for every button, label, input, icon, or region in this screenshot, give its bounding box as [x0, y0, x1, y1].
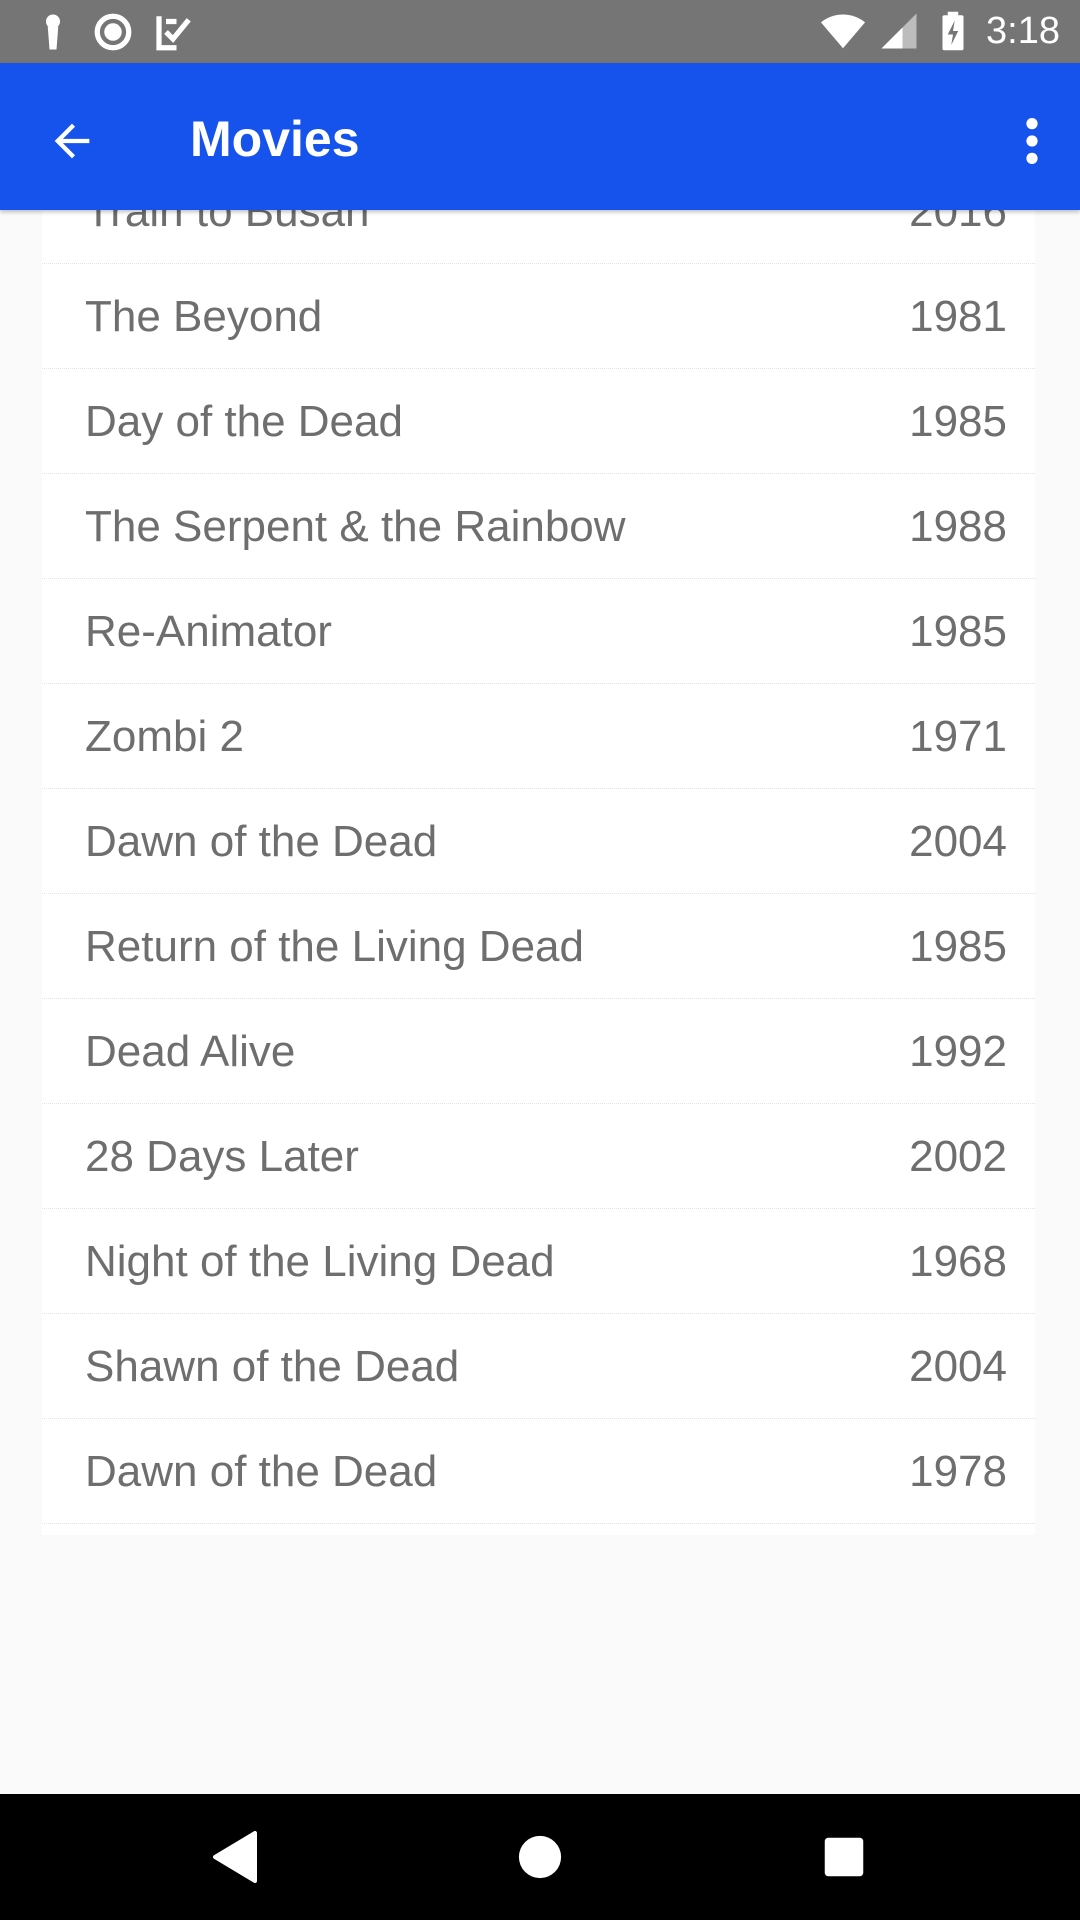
movie-year: 1971: [909, 712, 1007, 761]
app-bar: Movies: [0, 63, 1080, 210]
nav-home-button[interactable]: [497, 1814, 583, 1900]
movie-list[interactable]: Train to Busan 2016 The Beyond 1981 Day …: [42, 210, 1035, 1535]
list-item[interactable]: Shawn of the Dead 2004: [42, 1314, 1035, 1419]
movie-title: Dawn of the Dead: [85, 817, 438, 866]
arrow-back-icon: [54, 123, 90, 159]
nav-recents-button[interactable]: [801, 1814, 887, 1900]
overflow-menu-button[interactable]: [1002, 103, 1062, 179]
keyhole-icon: [46, 14, 60, 50]
movie-year: 2004: [909, 1342, 1007, 1391]
clock: 3:18: [986, 10, 1060, 52]
record-icon: [94, 13, 132, 51]
navigation-bar: [0, 1794, 1080, 1920]
movie-year: 1978: [909, 1447, 1007, 1496]
list-item[interactable]: Dawn of the Dead 1978: [42, 1419, 1035, 1524]
list-item[interactable]: 28 Days Later 2002: [42, 1104, 1035, 1209]
back-triangle-icon: [213, 1831, 257, 1883]
movie-title: Dead Alive: [85, 1027, 296, 1076]
movie-title: Night of the Living Dead: [85, 1237, 555, 1286]
more-vert-icon: [1026, 118, 1038, 164]
nav-back-button[interactable]: [192, 1814, 278, 1900]
movie-title: The Beyond: [85, 292, 323, 341]
movie-title: Train to Busan: [85, 210, 370, 236]
movie-year: 1981: [909, 292, 1007, 341]
movie-title: Re-Animator: [85, 607, 332, 656]
movie-year: 1985: [909, 922, 1007, 971]
movie-year: 1988: [909, 502, 1007, 551]
movie-title: Dawn of the Dead: [85, 1447, 438, 1496]
movie-year: 1985: [909, 607, 1007, 656]
list-item[interactable]: Train to Busan 2016: [42, 210, 1035, 264]
back-button[interactable]: [36, 105, 108, 177]
movie-title: Zombi 2: [85, 712, 244, 761]
movie-title: Shawn of the Dead: [85, 1342, 460, 1391]
movie-title: Return of the Living Dead: [85, 922, 584, 971]
movie-year: 1985: [909, 397, 1007, 446]
list-item[interactable]: Dead Alive 1992: [42, 999, 1035, 1104]
list-item[interactable]: Return of the Living Dead 1985: [42, 894, 1035, 999]
checklist-icon: [156, 16, 191, 51]
signal-icon: [881, 13, 917, 49]
home-circle-icon: [518, 1835, 562, 1879]
movie-title: 28 Days Later: [85, 1132, 359, 1181]
movie-year: 1968: [909, 1237, 1007, 1286]
recents-square-icon: [824, 1837, 864, 1877]
list-item[interactable]: The Beyond 1981: [42, 264, 1035, 369]
battery-charging-icon: [942, 11, 964, 51]
list-item[interactable]: The Serpent & the Rainbow 1988: [42, 474, 1035, 579]
status-bar: 3:18: [0, 0, 1080, 63]
movie-year: 2016: [909, 210, 1007, 236]
movie-title: The Serpent & the Rainbow: [85, 502, 626, 551]
movie-title: Day of the Dead: [85, 397, 403, 446]
list-item[interactable]: Zombi 2 1971: [42, 684, 1035, 789]
movie-year: 2004: [909, 817, 1007, 866]
page-title: Movies: [190, 111, 360, 167]
list-item[interactable]: Day of the Dead 1985: [42, 369, 1035, 474]
list-item[interactable]: Night of the Living Dead 1968: [42, 1209, 1035, 1314]
wifi-icon: [820, 14, 866, 49]
movie-year: 1992: [909, 1027, 1007, 1076]
movie-year: 2002: [909, 1132, 1007, 1181]
list-item[interactable]: Dawn of the Dead 2004: [42, 789, 1035, 894]
list-item[interactable]: Re-Animator 1985: [42, 579, 1035, 684]
